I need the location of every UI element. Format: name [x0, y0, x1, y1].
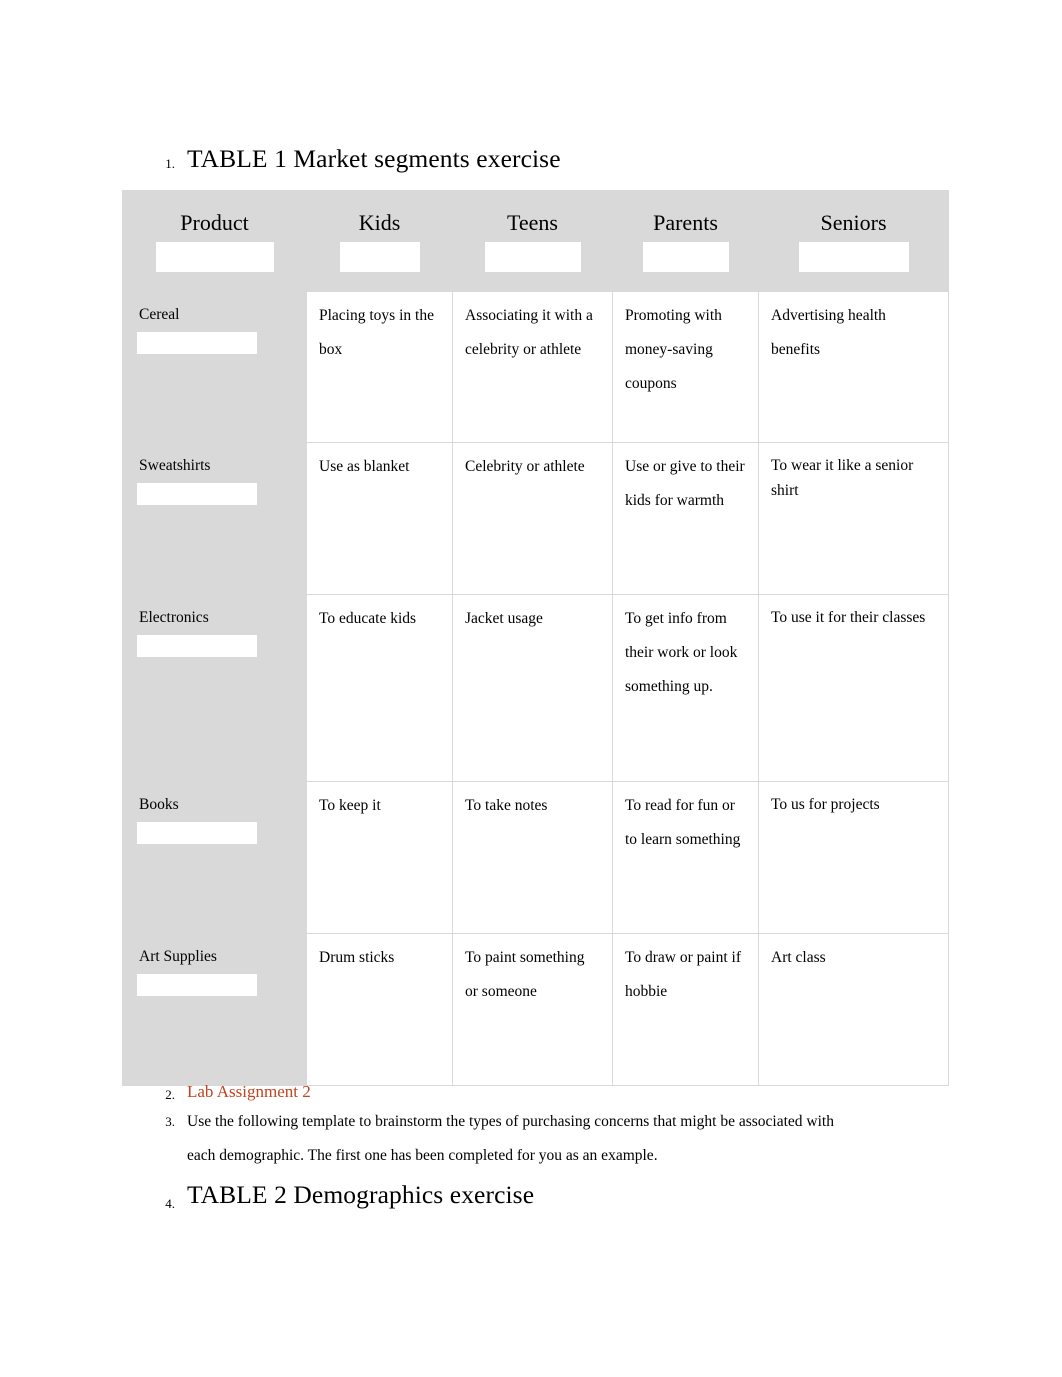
cell-teens: To take notes: [452, 781, 613, 934]
header-label-parents: Parents: [653, 210, 718, 235]
header-cell-parents: Parents: [612, 190, 759, 292]
cell-text: Use or give to their kids for warmth: [625, 458, 745, 509]
row-label: Books: [139, 796, 179, 813]
row-label: Electronics: [139, 609, 209, 626]
cell-text: Jacket usage: [465, 610, 543, 627]
list-marker-1: 1.: [165, 156, 175, 171]
header-label-kids: Kids: [358, 210, 401, 235]
row-label-cell: Books: [122, 781, 307, 934]
cell-parents: To draw or paint if hobbie: [612, 933, 759, 1086]
header-label-teens: Teens: [507, 210, 558, 235]
table-row: Sweatshirts Use as blanket Celebrity or …: [122, 442, 949, 595]
cell-kids: To keep it: [306, 781, 453, 934]
row-label-underbar: [137, 822, 257, 844]
header-underbar: [642, 242, 729, 272]
cell-seniors: To use it for their classes: [758, 594, 949, 782]
cell-text: Promoting with money-saving coupons: [625, 307, 722, 392]
table-row: Cereal Placing toys in the box Associati…: [122, 291, 949, 443]
cell-text: To keep it: [319, 797, 381, 814]
market-segments-table: Product Kids Teens Parents Seniors Cerea…: [122, 190, 949, 1086]
cell-parents: Use or give to their kids for warmth: [612, 442, 759, 595]
header-underbar: [484, 242, 581, 272]
row-label-cell: Sweatshirts: [122, 442, 307, 595]
table-row: Books To keep it To take notes To read f…: [122, 781, 949, 934]
row-label: Cereal: [139, 306, 180, 323]
cell-text: To draw or paint if hobbie: [625, 949, 741, 1000]
header-cell-product: Product: [122, 190, 307, 292]
header-cell-seniors: Seniors: [758, 190, 949, 292]
header-underbar: [339, 242, 420, 272]
cell-text: To educate kids: [319, 610, 417, 627]
cell-text: To use it for their classes: [771, 609, 926, 626]
cell-text: Associating it with a celebrity or athle…: [465, 307, 593, 358]
cell-parents: To get info from their work or look some…: [612, 594, 759, 782]
row-label-cell: Art Supplies: [122, 933, 307, 1086]
page-title-table2: TABLE 2 Demographics exercise: [187, 1180, 535, 1209]
table-row: Art Supplies Drum sticks To paint someth…: [122, 933, 949, 1086]
list-marker-2: 2.: [165, 1087, 175, 1102]
page-title-table1: TABLE 1 Market segments exercise: [187, 144, 561, 173]
cell-parents: To read for fun or to learn something: [612, 781, 759, 934]
cell-teens: Celebrity or athlete: [452, 442, 613, 595]
row-label: Art Supplies: [139, 948, 217, 965]
cell-kids: Use as blanket: [306, 442, 453, 595]
cell-text: To us for projects: [771, 796, 880, 813]
cell-kids: Placing toys in the box: [306, 291, 453, 443]
header-cell-teens: Teens: [452, 190, 613, 292]
cell-text: To take notes: [465, 797, 548, 814]
row-label-underbar: [137, 332, 257, 354]
row-label-cell: Electronics: [122, 594, 307, 782]
cell-seniors: Art class: [758, 933, 949, 1086]
cell-parents: Promoting with money-saving coupons: [612, 291, 759, 443]
cell-seniors: To wear it like a senior shirt: [758, 442, 949, 595]
row-label-cell: Cereal: [122, 291, 307, 443]
cell-kids: To educate kids: [306, 594, 453, 782]
cell-text: Placing toys in the box: [319, 307, 434, 358]
cell-seniors: To us for projects: [758, 781, 949, 934]
cell-text: To read for fun or to learn something: [625, 797, 741, 848]
list-marker-3: 3.: [165, 1114, 175, 1129]
header-label-seniors: Seniors: [820, 210, 887, 235]
cell-text: Celebrity or athlete: [465, 458, 585, 475]
cell-teens: To paint something or someone: [452, 933, 613, 1086]
cell-text: Drum sticks: [319, 949, 395, 966]
header-label-product: Product: [180, 210, 249, 235]
header-cell-kids: Kids: [306, 190, 453, 292]
cell-text: To get info from their work or look some…: [625, 610, 738, 695]
cell-text: Use as blanket: [319, 458, 410, 475]
cell-teens: Associating it with a celebrity or athle…: [452, 291, 613, 443]
cell-text: Advertising health benefits: [771, 307, 886, 358]
cell-text: To paint something or someone: [465, 949, 585, 1000]
list-marker-4: 4.: [165, 1196, 175, 1211]
document-page: 1. TABLE 1 Market segments exercise Prod…: [0, 0, 1062, 1377]
instructions-text: Use the following template to brainstorm…: [187, 1113, 834, 1164]
row-label-underbar: [137, 483, 257, 505]
cell-text: Art class: [771, 949, 826, 966]
row-label: Sweatshirts: [139, 457, 211, 474]
cell-seniors: Advertising health benefits: [758, 291, 949, 443]
lab-assignment-link[interactable]: Lab Assignment 2: [187, 1082, 311, 1102]
cell-text: To wear it like a senior shirt: [771, 457, 914, 499]
table-row: Electronics To educate kids Jacket usage…: [122, 594, 949, 782]
header-underbar: [155, 242, 274, 272]
row-label-underbar: [137, 974, 257, 996]
table-header-row: Product Kids Teens Parents Seniors: [122, 190, 949, 292]
header-underbar: [798, 242, 909, 272]
cell-teens: Jacket usage: [452, 594, 613, 782]
row-label-underbar: [137, 635, 257, 657]
cell-kids: Drum sticks: [306, 933, 453, 1086]
